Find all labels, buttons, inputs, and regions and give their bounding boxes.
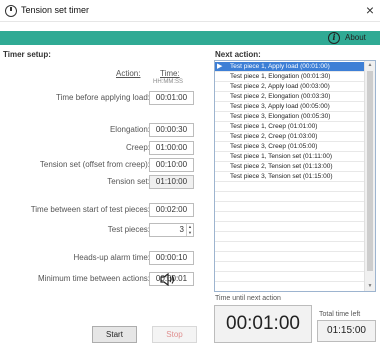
- toolbar: i About: [0, 31, 380, 45]
- list-item-label: Test piece 3, Creep (01:05:00): [230, 143, 318, 150]
- min-between-label: Minimum time between actions:: [37, 274, 150, 283]
- list-item[interactable]: Test piece 1, Elongation (00:01:30): [215, 72, 364, 82]
- empty-list-row[interactable]: [215, 192, 364, 202]
- empty-list-row[interactable]: [215, 262, 364, 272]
- list-item-label: Test piece 3, Apply load (00:05:00): [230, 103, 330, 110]
- list-item[interactable]: Test piece 3, Tension set (01:15:00): [215, 172, 364, 182]
- list-item-label: Test piece 2, Apply load (00:03:00): [230, 83, 330, 90]
- list-item-label: Test piece 3, Elongation (00:05:30): [230, 113, 331, 120]
- list-item-label: Test piece 1, Elongation (00:01:30): [230, 73, 331, 80]
- list-item[interactable]: Test piece 2, Apply load (00:03:00): [215, 82, 364, 92]
- list-item-label: Test piece 1, Apply load (00:01:00): [230, 63, 330, 70]
- start-button[interactable]: Start: [92, 326, 137, 343]
- list-item-label: Test piece 2, Elongation (00:03:30): [230, 93, 331, 100]
- next-action-list[interactable]: ▶ Test piece 1, Apply load (00:01:00) Test…: [214, 60, 376, 292]
- time-until-label: Time until next action: [215, 295, 281, 302]
- empty-list-row[interactable]: [215, 242, 364, 252]
- time-until-display: 00:01:00: [214, 305, 312, 343]
- speaker-icon[interactable]: [160, 273, 176, 286]
- about-link[interactable]: About: [345, 33, 366, 42]
- total-time-label: Total time left: [319, 311, 361, 318]
- list-item[interactable]: Test piece 3, Elongation (00:05:30): [215, 112, 364, 122]
- empty-list-row[interactable]: [215, 182, 364, 192]
- empty-list-row[interactable]: [215, 202, 364, 212]
- list-item-label: Test piece 1, Creep (01:01:00): [230, 123, 318, 130]
- before-load-field[interactable]: 00:01:00: [149, 91, 194, 105]
- before-load-label: Time before applying load:: [56, 93, 150, 102]
- scroll-down-icon[interactable]: ▼: [365, 282, 375, 291]
- list-item[interactable]: Test piece 3, Creep (01:05:00): [215, 142, 364, 152]
- list-item[interactable]: Test piece 2, Creep (01:03:00): [215, 132, 364, 142]
- tension-offset-label: Tension set (offset from creep):: [39, 160, 150, 169]
- current-row-arrow-icon: ▶: [217, 63, 223, 70]
- alarm-time-label: Heads-up alarm time:: [73, 253, 150, 262]
- timer-setup-heading: Timer setup:: [3, 50, 51, 59]
- tension-set-field: 01:10:00: [149, 175, 194, 189]
- list-item[interactable]: Test piece 2, Elongation (00:03:30): [215, 92, 364, 102]
- time-column-header: Time:: [160, 69, 180, 78]
- info-icon[interactable]: i: [328, 32, 340, 44]
- creep-field[interactable]: 01:00:00: [149, 141, 194, 155]
- total-time-display: 01:15:00: [317, 320, 376, 342]
- action-column-header: Action:: [116, 69, 141, 78]
- title-bar: Tension set timer ×: [0, 0, 380, 22]
- elongation-label: Elongation:: [109, 125, 150, 134]
- elongation-field[interactable]: 00:00:30: [149, 123, 194, 137]
- time-format-hint: HH:MM:SS: [153, 79, 183, 85]
- empty-list-row[interactable]: [215, 252, 364, 262]
- list-item-label: Test piece 2, Creep (01:03:00): [230, 133, 318, 140]
- empty-list-row[interactable]: [215, 232, 364, 242]
- list-item[interactable]: Test piece 1, Creep (01:01:00): [215, 122, 364, 132]
- list-scrollbar[interactable]: ▲ ▼: [364, 61, 375, 291]
- list-item-label: Test piece 3, Tension set (01:15:00): [230, 173, 333, 180]
- list-item[interactable]: ▶ Test piece 1, Apply load (00:01:00): [215, 62, 364, 72]
- scroll-up-icon[interactable]: ▲: [365, 61, 375, 70]
- tension-offset-field[interactable]: 00:10:00: [149, 158, 194, 172]
- empty-list-row[interactable]: [215, 212, 364, 222]
- next-action-heading: Next action:: [215, 50, 261, 59]
- list-item[interactable]: Test piece 1, Tension set (01:11:00): [215, 152, 364, 162]
- window-title: Tension set timer: [21, 5, 90, 15]
- timer-icon: [5, 5, 17, 17]
- test-pieces-label: Test pieces:: [107, 225, 150, 234]
- stop-button[interactable]: Stop: [152, 326, 197, 343]
- scroll-thumb[interactable]: [367, 71, 373, 271]
- close-button[interactable]: ×: [366, 2, 374, 18]
- list-item[interactable]: Test piece 3, Apply load (00:05:00): [215, 102, 364, 112]
- list-item-label: Test piece 1, Tension set (01:11:00): [230, 153, 333, 160]
- between-pieces-label: Time between start of test pieces:: [30, 205, 150, 214]
- between-pieces-field[interactable]: 00:02:00: [149, 203, 194, 217]
- alarm-time-field[interactable]: 00:00:10: [149, 251, 194, 265]
- empty-list-row[interactable]: [215, 272, 364, 282]
- list-item[interactable]: Test piece 2, Tension set (01:13:00): [215, 162, 364, 172]
- empty-list-row[interactable]: [215, 222, 364, 232]
- list-item-label: Test piece 2, Tension set (01:13:00): [230, 163, 333, 170]
- creep-label: Creep:: [125, 143, 150, 152]
- tension-set-label: Tension set:: [107, 177, 150, 186]
- stepper-arrows-icon[interactable]: ▲ ▼: [186, 224, 193, 236]
- test-pieces-stepper[interactable]: 3 ▲ ▼: [149, 223, 194, 237]
- test-pieces-value: 3: [179, 225, 184, 234]
